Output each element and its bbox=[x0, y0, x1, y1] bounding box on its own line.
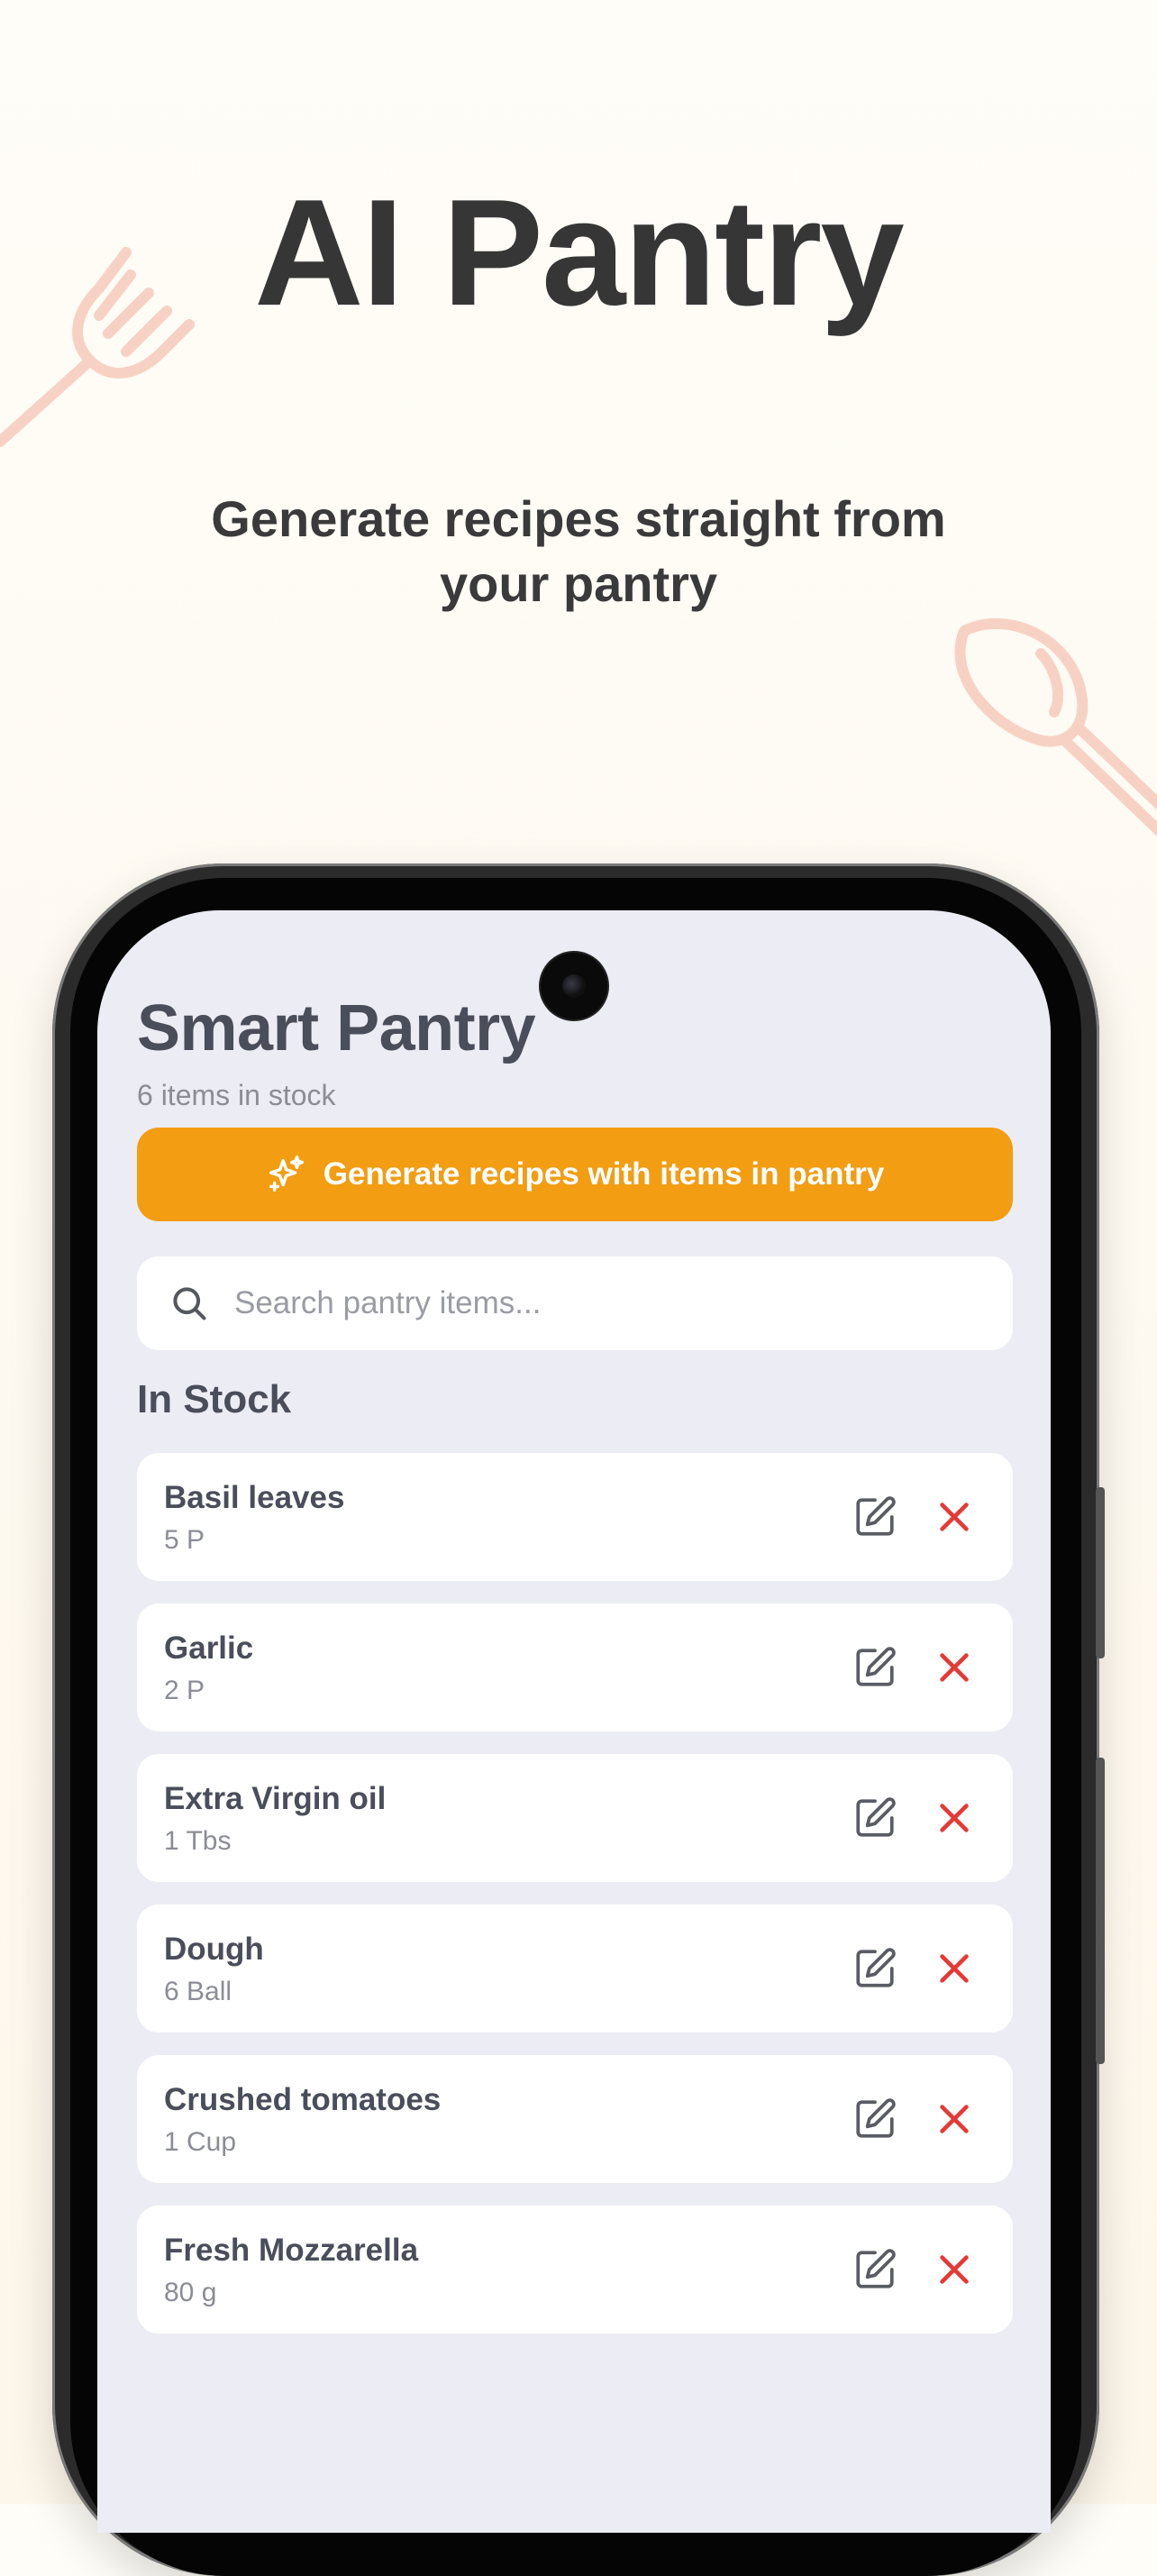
list-item: Dough 6 Ball bbox=[137, 1905, 1013, 2032]
edit-icon[interactable] bbox=[852, 2096, 897, 2142]
list-item: Extra Virgin oil 1 Tbs bbox=[137, 1754, 1013, 1882]
item-quantity: 80 g bbox=[164, 2278, 217, 2307]
hero-subtitle: Generate recipes straight from your pant… bbox=[211, 490, 946, 612]
item-quantity: 1 Cup bbox=[164, 2127, 237, 2157]
edit-icon[interactable] bbox=[852, 2247, 897, 2292]
edit-icon[interactable] bbox=[852, 1494, 897, 1539]
list-item: Garlic 2 P bbox=[137, 1603, 1013, 1731]
item-name: Extra Virgin oil bbox=[164, 1781, 387, 1816]
item-name: Crushed tomatoes bbox=[164, 2082, 442, 2117]
search-placeholder: Search pantry items... bbox=[234, 1285, 542, 1320]
list-item: Crushed tomatoes 1 Cup bbox=[137, 2055, 1013, 2183]
section-title: In Stock bbox=[137, 1377, 292, 1421]
item-quantity: 5 P bbox=[164, 1525, 205, 1555]
close-icon[interactable] bbox=[934, 2098, 975, 2140]
list-item: Basil leaves 5 P bbox=[137, 1453, 1013, 1581]
close-icon[interactable] bbox=[934, 1496, 975, 1538]
close-icon[interactable] bbox=[934, 1948, 975, 1989]
power-button bbox=[1096, 1758, 1105, 2064]
item-name: Fresh Mozzarella bbox=[164, 2233, 419, 2268]
volume-button bbox=[1096, 1487, 1105, 1658]
generate-recipes-button[interactable]: Generate recipes with items in pantry bbox=[137, 1128, 1013, 1221]
item-quantity: 2 P bbox=[164, 1676, 205, 1705]
stock-count: 6 items in stock bbox=[137, 1079, 336, 1111]
edit-icon[interactable] bbox=[852, 1946, 897, 1991]
edit-icon[interactable] bbox=[852, 1645, 897, 1690]
hero-title: AI Pantry bbox=[254, 168, 905, 337]
front-camera bbox=[541, 953, 607, 1019]
close-icon[interactable] bbox=[934, 2249, 975, 2290]
search-input[interactable]: Search pantry items... bbox=[137, 1256, 1013, 1350]
item-quantity: 6 Ball bbox=[164, 1977, 232, 2006]
close-icon[interactable] bbox=[934, 1647, 975, 1688]
close-icon[interactable] bbox=[934, 1797, 975, 1839]
list-item: Fresh Mozzarella 80 g bbox=[137, 2206, 1013, 2334]
pantry-list: Basil leaves 5 P Garlic 2 P Extra Virgin… bbox=[137, 1453, 1013, 2356]
spoon-icon bbox=[954, 617, 1157, 836]
item-name: Dough bbox=[164, 1932, 264, 1967]
item-name: Garlic bbox=[164, 1631, 254, 1666]
generate-recipes-label: Generate recipes with items in pantry bbox=[323, 1156, 885, 1192]
sparkles-icon bbox=[269, 1156, 304, 1192]
page-title: Smart Pantry bbox=[137, 992, 536, 1064]
item-name: Basil leaves bbox=[164, 1480, 345, 1515]
edit-icon[interactable] bbox=[852, 1795, 897, 1841]
search-icon bbox=[169, 1283, 209, 1323]
item-quantity: 1 Tbs bbox=[164, 1826, 232, 1856]
